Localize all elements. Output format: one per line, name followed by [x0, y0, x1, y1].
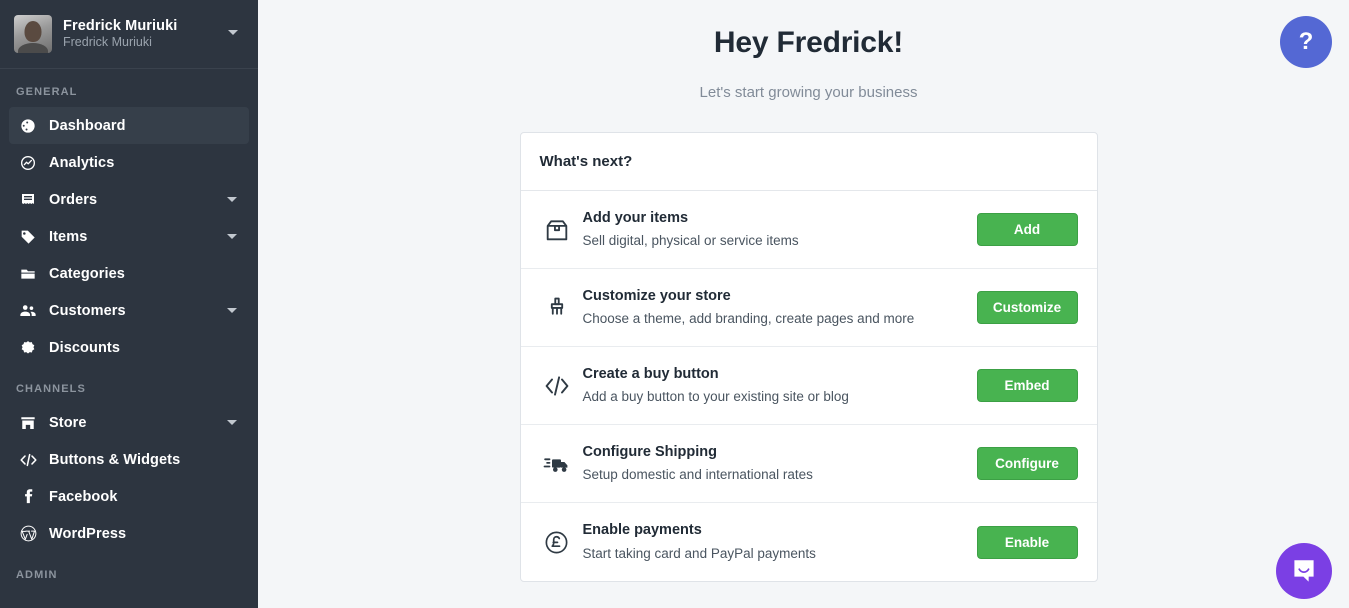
task-subtitle: Sell digital, physical or service items [583, 232, 977, 250]
chat-widget-button[interactable] [1276, 543, 1332, 599]
task-subtitle: Choose a theme, add branding, create pag… [583, 310, 977, 328]
task-title: Customize your store [583, 287, 977, 307]
sidebar-item-label: Facebook [49, 489, 118, 505]
profile-menu[interactable]: Fredrick Muriuki Fredrick Muriuki [0, 0, 258, 69]
sidebar-item-customers[interactable]: Customers [9, 292, 249, 329]
page-title: Hey Fredrick! [268, 26, 1349, 60]
sidebar-item-store[interactable]: Store [9, 404, 249, 441]
add-button[interactable]: Add [977, 213, 1078, 246]
dashboard-icon [17, 118, 39, 134]
sidebar-item-label: Orders [49, 192, 97, 208]
profile-text: Fredrick Muriuki Fredrick Muriuki [63, 17, 177, 51]
customize-button[interactable]: Customize [977, 291, 1078, 324]
task-subtitle: Setup domestic and international rates [583, 466, 977, 484]
task-text: Customize your store Choose a theme, add… [583, 287, 977, 329]
task-title: Create a buy button [583, 365, 977, 385]
sidebar-item-label: Categories [49, 266, 125, 282]
whats-next-card: What's next? Add your items Sell digital… [520, 132, 1098, 582]
card-header: What's next? [521, 133, 1097, 191]
task-row[interactable]: Create a buy button Add a buy button to … [521, 347, 1097, 425]
sidebar-item-items[interactable]: Items [9, 218, 249, 255]
task-text: Create a buy button Add a buy button to … [583, 365, 977, 407]
chevron-down-icon[interactable] [228, 30, 238, 35]
wordpress-icon [17, 525, 39, 542]
sidebar-item-label: Items [49, 229, 87, 245]
profile-name: Fredrick Muriuki [63, 17, 177, 35]
page-subtitle: Let's start growing your business [268, 84, 1349, 101]
avatar [14, 15, 52, 53]
sidebar-section-general: GENERAL [0, 69, 258, 107]
chevron-down-icon[interactable] [227, 308, 237, 313]
sidebar-item-label: Analytics [49, 155, 114, 171]
chevron-down-icon[interactable] [227, 420, 237, 425]
sidebar-item-label: Customers [49, 303, 126, 319]
package-icon [540, 217, 574, 243]
sidebar-item-wordpress[interactable]: WordPress [9, 515, 249, 552]
analytics-icon [17, 155, 39, 171]
profile-subtitle: Fredrick Muriuki [63, 35, 177, 51]
enable-button[interactable]: Enable [977, 526, 1078, 559]
sidebar-item-facebook[interactable]: Facebook [9, 478, 249, 515]
hero-section: Hey Fredrick! Let's start growing your b… [268, 0, 1349, 101]
task-row[interactable]: Customize your store Choose a theme, add… [521, 269, 1097, 347]
paintbrush-icon [540, 295, 574, 321]
main-content: Hey Fredrick! Let's start growing your b… [258, 0, 1349, 608]
sidebar-item-discounts[interactable]: Discounts [9, 329, 249, 366]
card-title: What's next? [540, 153, 633, 170]
task-text: Configure Shipping Setup domestic and in… [583, 443, 977, 485]
task-row[interactable]: Configure Shipping Setup domestic and in… [521, 425, 1097, 503]
embed-button[interactable]: Embed [977, 369, 1078, 402]
task-subtitle: Start taking card and PayPal payments [583, 545, 977, 563]
sidebar-item-label: Store [49, 415, 87, 431]
task-title: Add your items [583, 209, 977, 229]
task-text: Enable payments Start taking card and Pa… [583, 521, 977, 563]
help-button[interactable]: ? [1280, 16, 1332, 68]
sidebar-item-label: Dashboard [49, 118, 126, 134]
sidebar-item-analytics[interactable]: Analytics [9, 144, 249, 181]
sidebar-item-buttons-widgets[interactable]: Buttons & Widgets [9, 441, 249, 478]
task-title: Enable payments [583, 521, 977, 541]
sidebar-section-channels: CHANNELS [0, 366, 258, 404]
task-title: Configure Shipping [583, 443, 977, 463]
sidebar-item-label: Discounts [49, 340, 120, 356]
receipt-icon [17, 192, 39, 208]
sidebar-item-orders[interactable]: Orders [9, 181, 249, 218]
discount-icon [17, 340, 39, 356]
task-row[interactable]: Add your items Sell digital, physical or… [521, 191, 1097, 269]
shipping-truck-icon [540, 451, 574, 477]
sidebar-section-admin: ADMIN [0, 552, 258, 590]
folder-icon [17, 266, 39, 282]
tag-icon [17, 229, 39, 245]
chevron-down-icon[interactable] [227, 197, 237, 202]
chat-bubble-icon [1290, 557, 1318, 585]
code-icon [540, 374, 574, 398]
question-mark-icon: ? [1299, 28, 1314, 56]
people-icon [17, 302, 39, 320]
code-icon [17, 452, 39, 468]
task-subtitle: Add a buy button to your existing site o… [583, 388, 977, 406]
sidebar-item-label: WordPress [49, 526, 126, 542]
app-root: Fredrick Muriuki Fredrick Muriuki GENERA… [0, 0, 1349, 608]
pound-currency-icon [540, 529, 574, 556]
configure-button[interactable]: Configure [977, 447, 1078, 480]
task-row[interactable]: Enable payments Start taking card and Pa… [521, 503, 1097, 581]
chevron-down-icon[interactable] [227, 234, 237, 239]
sidebar-item-label: Buttons & Widgets [49, 452, 180, 468]
task-text: Add your items Sell digital, physical or… [583, 209, 977, 251]
sidebar-item-dashboard[interactable]: Dashboard [9, 107, 249, 144]
facebook-icon [17, 488, 39, 505]
storefront-icon [17, 415, 39, 431]
sidebar-item-categories[interactable]: Categories [9, 255, 249, 292]
sidebar: Fredrick Muriuki Fredrick Muriuki GENERA… [0, 0, 258, 608]
